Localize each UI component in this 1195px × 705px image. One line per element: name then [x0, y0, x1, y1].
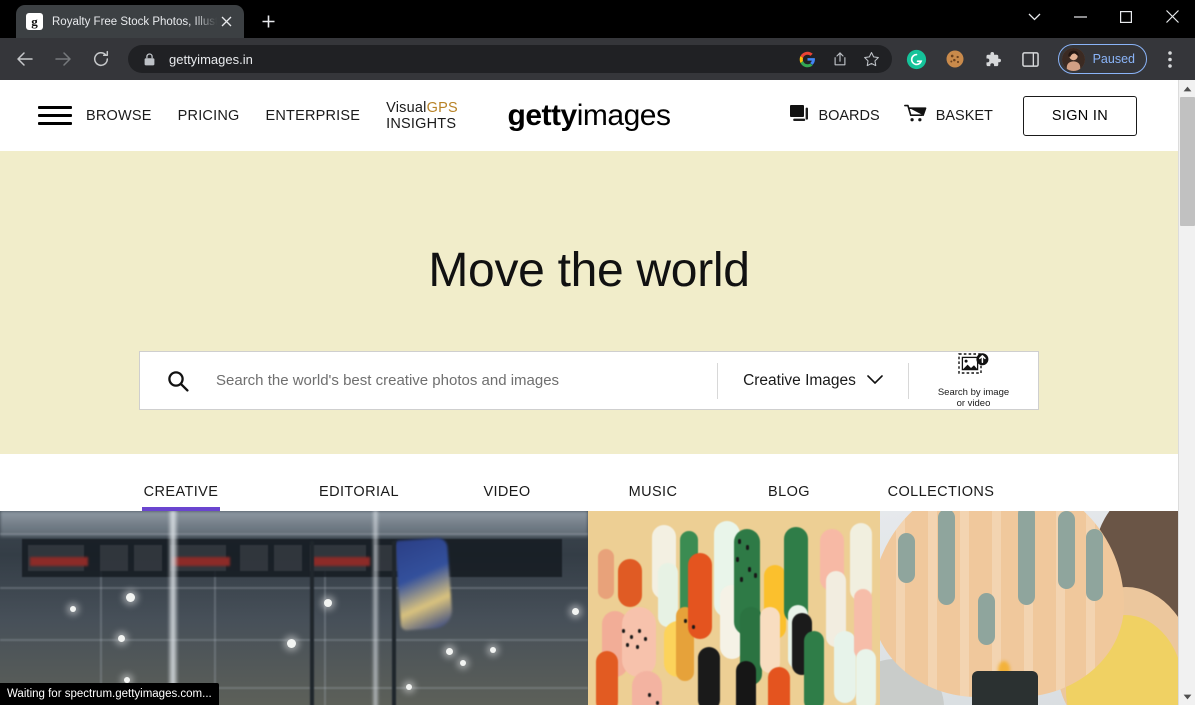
gallery-item-arena[interactable] [0, 511, 588, 705]
tab-creative[interactable]: CREATIVE [142, 484, 220, 511]
site-header: BROWSE PRICING ENTERPRISE VisualGPS INSI… [0, 80, 1178, 151]
tab-favicon-icon: g [26, 13, 43, 30]
visualgps-gps-text: GPS [426, 99, 458, 116]
chevron-down-icon [867, 372, 883, 390]
upload-label-line2: or video [956, 397, 991, 409]
tab-video[interactable]: VIDEO [479, 484, 535, 511]
visualgps-visual-text: Visual [386, 99, 427, 116]
extension-icons [898, 44, 1050, 74]
image-upload-icon [957, 352, 990, 384]
tab-close-icon[interactable] [217, 13, 235, 31]
three-dot-menu-icon[interactable] [1155, 44, 1185, 74]
gettyimages-page: BROWSE PRICING ENTERPRISE VisualGPS INSI… [0, 80, 1178, 705]
tab-strip: g Royalty Free Stock Photos, Illustra [0, 0, 1195, 38]
back-button-icon[interactable] [10, 44, 40, 74]
url-text: gettyimages.in [169, 51, 253, 67]
browser-window: g Royalty Free Stock Photos, Illustra ge… [0, 0, 1195, 705]
logo-getty-text: getty [507, 98, 578, 132]
scrollbar-up-arrow-icon[interactable] [1179, 80, 1195, 97]
scrollbar-down-arrow-icon[interactable] [1179, 688, 1195, 705]
share-icon[interactable] [827, 46, 853, 72]
new-tab-button[interactable] [254, 7, 282, 35]
avatar [1061, 47, 1085, 71]
nav-item-enterprise[interactable]: ENTERPRISE [265, 108, 360, 124]
search-input[interactable] [216, 352, 717, 409]
search-filter-dropdown[interactable]: Creative Images [718, 372, 908, 390]
basket-cart-icon [903, 104, 927, 127]
page-viewport: BROWSE PRICING ENTERPRISE VisualGPS INSI… [0, 80, 1195, 705]
profile-paused-label: Paused [1092, 52, 1135, 66]
tab-music[interactable]: MUSIC [625, 484, 681, 511]
nav-item-visualgps-insights[interactable]: VisualGPS INSIGHTS [386, 100, 458, 132]
hamburger-menu-icon[interactable] [38, 106, 72, 125]
nav-item-basket[interactable]: BASKET [903, 104, 993, 127]
lock-icon[interactable] [140, 50, 158, 68]
browser-tab[interactable]: g Royalty Free Stock Photos, Illustra [16, 5, 244, 38]
tab-blog[interactable]: BLOG [768, 484, 810, 511]
search-bar: Creative Images [139, 351, 1039, 410]
gallery-strip [0, 511, 1178, 705]
forward-button-icon[interactable] [48, 44, 78, 74]
maximize-icon[interactable] [1103, 0, 1149, 33]
category-tabs: CREATIVE EDITORIAL VIDEO MUSIC BLOG COLL… [0, 454, 1178, 511]
visualgps-insights-text: INSIGHTS [386, 115, 457, 132]
search-magnifier-icon[interactable] [140, 370, 216, 392]
boards-label: BOARDS [818, 107, 880, 124]
browser-status-bubble: Waiting for spectrum.gettyimages.com... [0, 683, 219, 705]
search-by-image-button[interactable]: Search by image or video [909, 352, 1038, 409]
minimize-icon[interactable] [1057, 0, 1103, 33]
window-controls [1011, 0, 1195, 33]
search-filter-label: Creative Images [743, 371, 856, 389]
page-scrollbar[interactable] [1178, 80, 1195, 705]
gallery-item-hot-air-balloons[interactable] [880, 511, 1178, 705]
bookmark-star-icon[interactable] [859, 46, 885, 72]
secondary-nav: BOARDS BASKET SIGN IN [790, 95, 1137, 136]
nav-item-boards[interactable]: BOARDS [790, 105, 880, 126]
nav-item-browse[interactable]: BROWSE [86, 108, 152, 124]
reload-button-icon[interactable] [86, 44, 116, 74]
sign-in-button[interactable]: SIGN IN [1022, 95, 1137, 136]
extensions-puzzle-icon[interactable] [978, 44, 1008, 74]
browser-toolbar: gettyimages.in Paused [0, 38, 1195, 80]
scrollbar-thumb[interactable] [1180, 97, 1195, 226]
profile-button[interactable]: Paused [1057, 44, 1147, 74]
nav-item-pricing[interactable]: PRICING [178, 108, 240, 124]
boards-icon [790, 105, 809, 126]
gettyimages-logo[interactable]: gettyimages [508, 99, 671, 133]
hero-section: Move the world Creative Images [0, 151, 1178, 454]
tab-search-chevron-down-icon[interactable] [1011, 0, 1057, 33]
search-by-image-label: Search by image or video [938, 387, 1009, 409]
tab-collections[interactable]: COLLECTIONS [886, 484, 996, 511]
google-icon[interactable] [795, 46, 821, 72]
hero-headline: Move the world [428, 244, 750, 297]
tab-editorial[interactable]: EDITORIAL [317, 484, 401, 511]
logo-images-text: images [576, 98, 671, 132]
tab-title: Royalty Free Stock Photos, Illustra [52, 15, 217, 28]
upload-label-line1: Search by image [937, 386, 1010, 398]
address-bar[interactable]: gettyimages.in [128, 45, 892, 73]
gallery-item-abstract-painting[interactable] [588, 511, 880, 705]
close-window-icon[interactable] [1149, 0, 1195, 33]
cookie-icon[interactable] [940, 44, 970, 74]
basket-label: BASKET [935, 107, 993, 124]
grammarly-icon[interactable] [902, 44, 932, 74]
omnibox-actions [792, 46, 888, 72]
side-panel-icon[interactable] [1016, 44, 1046, 74]
primary-nav: BROWSE PRICING ENTERPRISE VisualGPS INSI… [86, 100, 458, 132]
